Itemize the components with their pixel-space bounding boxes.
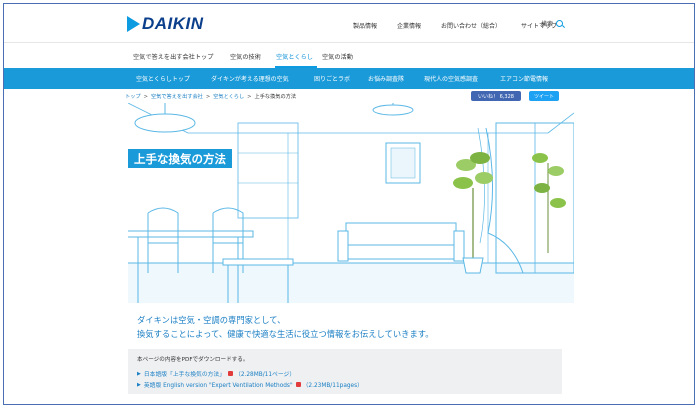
nav-item-modern-air-survey[interactable]: 現代人の空気感調査 xyxy=(424,74,478,83)
util-link-company[interactable]: 企業情報 xyxy=(397,21,421,30)
chevron-right-icon: ▶ xyxy=(137,370,141,377)
nav-item-power-saving[interactable]: エアコン節電情報 xyxy=(500,74,548,83)
download-link-english[interactable]: ▶ 英語版 English version "Expert Ventilatio… xyxy=(137,380,363,390)
download-link-japanese[interactable]: ▶ 日本語版「上手な換気の方法」 （2.28MB/11ページ） xyxy=(137,369,296,379)
util-link-products[interactable]: 製品情報 xyxy=(353,21,377,30)
download-size-japanese: （2.28MB/11ページ） xyxy=(235,372,296,378)
util-link-contact[interactable]: お問い合わせ（総合） xyxy=(441,21,501,30)
daikin-logo-icon xyxy=(127,16,140,32)
global-header: DAIKIN 製品情報 企業情報 お問い合わせ（総合） サイトマップ 検索 xyxy=(4,4,694,43)
breadcrumb-top[interactable]: トップ xyxy=(125,94,141,100)
pdf-download-box: 本ページの内容をPDFでダウンロードする。 ▶ 日本語版「上手な換気の方法」 （… xyxy=(128,349,562,394)
facebook-like-button[interactable]: いいね！ 6,328 xyxy=(471,91,521,101)
tab-air-technology[interactable]: 空気の技術 xyxy=(230,52,261,61)
breadcrumb-separator: > xyxy=(143,94,148,100)
nav-item-trouble-lab[interactable]: 困りごとラボ xyxy=(314,74,350,83)
download-heading: 本ページの内容をPDFでダウンロードする。 xyxy=(137,357,249,363)
intro-line-1: ダイキンは空気・空調の専門家として、 xyxy=(137,315,286,325)
browser-frame: DAIKIN 製品情報 企業情報 お問い合わせ（総合） サイトマップ 検索 空気… xyxy=(3,3,695,405)
download-label-japanese: 日本語版「上手な換気の方法」 xyxy=(143,372,226,378)
breadcrumb-separator: > xyxy=(205,94,211,100)
tab-company-top[interactable]: 空気で答えを出す会社トップ xyxy=(133,52,213,61)
download-size-english: （2.23MB/11pages） xyxy=(302,383,363,389)
intro-text: ダイキンは空気・空調の専門家として、 換気することによって、健康で快適な生活に役… xyxy=(137,313,557,341)
pdf-icon xyxy=(228,371,234,376)
section-tabs: 空気で答えを出す会社トップ 空気の技術 空気とくらし 空気の活動 xyxy=(4,45,694,68)
chevron-right-icon: ▶ xyxy=(137,381,141,388)
intro-line-2: 換気することによって、健康で快適な生活に役立つ情報をお伝えしていきます。 xyxy=(137,329,434,339)
search-icon xyxy=(556,20,564,27)
tab-air-and-life[interactable]: 空気とくらし xyxy=(276,52,313,61)
search-button[interactable]: 検索 xyxy=(541,19,564,28)
category-nav: 空気とくらしトップ ダイキンが考える理想の空気 困りごとラボ お悩み調査隊 現代… xyxy=(4,68,694,89)
breadcrumb-company[interactable]: 空気で答えを出す会社 xyxy=(151,94,203,100)
pdf-icon xyxy=(295,382,301,387)
hero-room-illustration xyxy=(128,103,574,303)
download-label-english: 英語版 English version "Expert Ventilation … xyxy=(143,383,293,389)
daikin-logo[interactable]: DAIKIN xyxy=(127,14,204,34)
nav-item-life-top[interactable]: 空気とくらしトップ xyxy=(136,74,190,83)
breadcrumb-separator: > xyxy=(247,94,252,100)
logo-text: DAIKIN xyxy=(142,14,204,33)
page-title: 上手な換気の方法 xyxy=(128,149,232,168)
breadcrumb: トップ > 空気で答えを出す会社 > 空気とくらし > 上手な換気の方法 xyxy=(125,93,296,100)
breadcrumb-current: 上手な換気の方法 xyxy=(254,94,297,100)
tweet-button[interactable]: ツイート xyxy=(529,91,559,101)
breadcrumb-air-and-life[interactable]: 空気とくらし xyxy=(213,94,244,100)
nav-item-ideal-air[interactable]: ダイキンが考える理想の空気 xyxy=(211,74,289,83)
nav-item-survey-team[interactable]: お悩み調査隊 xyxy=(368,74,404,83)
search-label: 検索 xyxy=(541,21,554,28)
tab-air-activities[interactable]: 空気の活動 xyxy=(322,52,353,61)
